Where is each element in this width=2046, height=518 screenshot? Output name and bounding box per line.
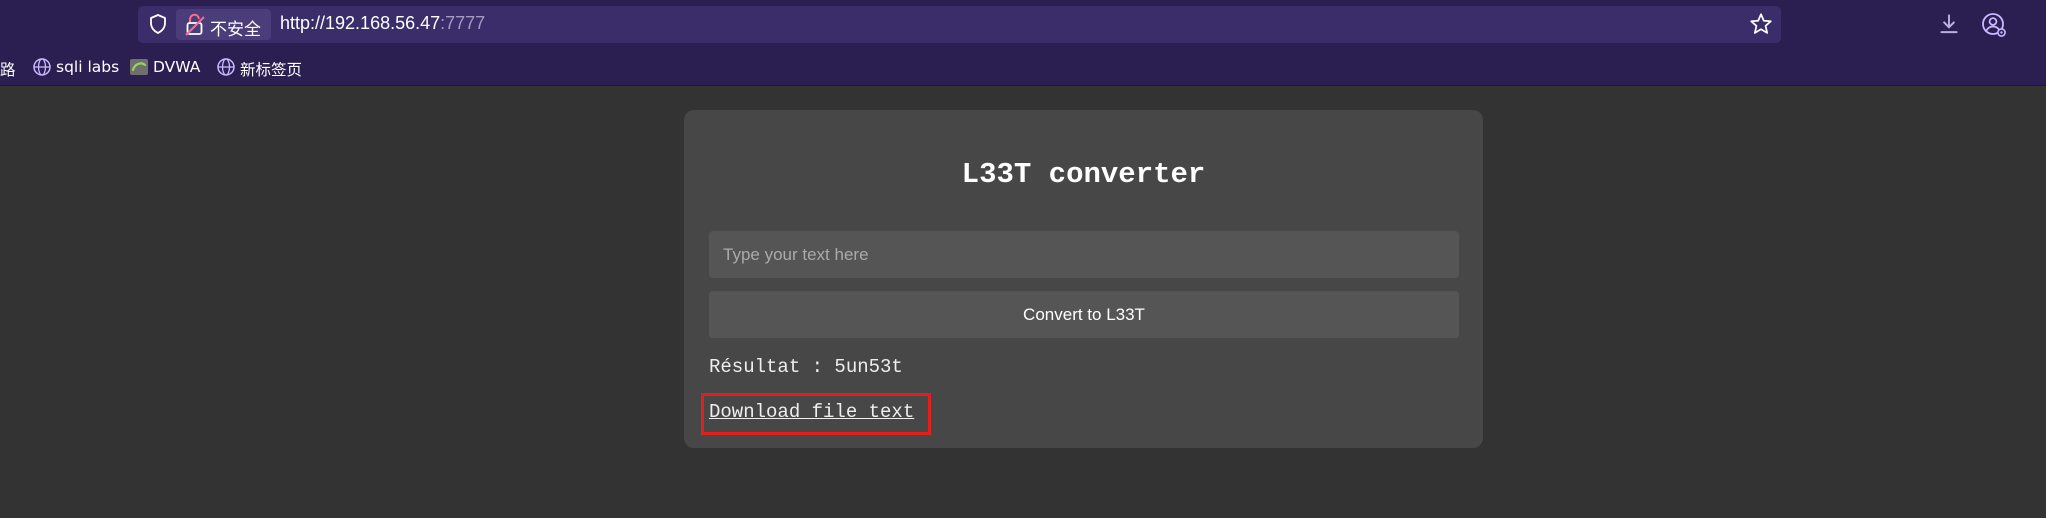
bookmarks-bar: 路 sqli labs DVWA 新标签页 [0, 48, 2046, 86]
url-text[interactable]: http://192.168.56.47:7777 [280, 13, 485, 34]
insecure-connection-badge[interactable]: 不安全 [176, 9, 271, 40]
bookmark-label: sqli labs [56, 58, 120, 76]
url-host: http://192.168.56.47 [280, 13, 441, 33]
account-icon[interactable] [1980, 11, 2008, 39]
globe-icon [217, 58, 235, 76]
bookmark-truncated-label: 路 [0, 61, 16, 79]
bookmark-label: DVWA [153, 58, 201, 76]
download-icon[interactable] [1936, 11, 1962, 37]
text-input[interactable] [709, 231, 1459, 278]
result-text: Résultat : 5un53t [709, 356, 903, 378]
converter-card: L33T converter Convert to L33T Résultat … [684, 110, 1483, 448]
globe-icon [33, 58, 51, 76]
dvwa-favicon [130, 59, 148, 75]
url-port: :7777 [440, 13, 486, 33]
download-file-link[interactable]: Download file text [709, 401, 914, 423]
shield-icon[interactable] [146, 12, 170, 36]
insecure-label: 不安全 [210, 20, 261, 40]
page-title: L33T converter [961, 158, 1206, 191]
bookmark-label: 新标签页 [240, 61, 303, 79]
convert-button[interactable]: Convert to L33T [709, 291, 1459, 338]
browser-toolbar: 不安全 http://192.168.56.47:7777 [0, 0, 2046, 48]
star-icon[interactable] [1748, 11, 1774, 37]
broken-lock-icon [185, 13, 205, 36]
